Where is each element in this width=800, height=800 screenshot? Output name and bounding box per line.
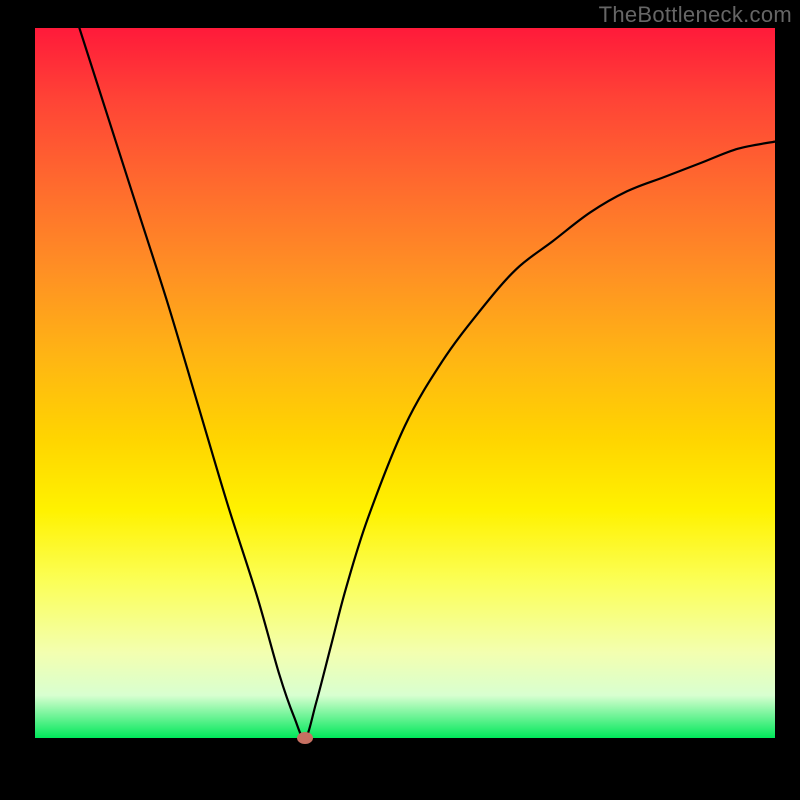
watermark-text: TheBottleneck.com [599, 2, 792, 28]
chart-plot-area [35, 28, 775, 738]
bottleneck-curve [35, 28, 775, 738]
minimum-marker [297, 732, 313, 744]
